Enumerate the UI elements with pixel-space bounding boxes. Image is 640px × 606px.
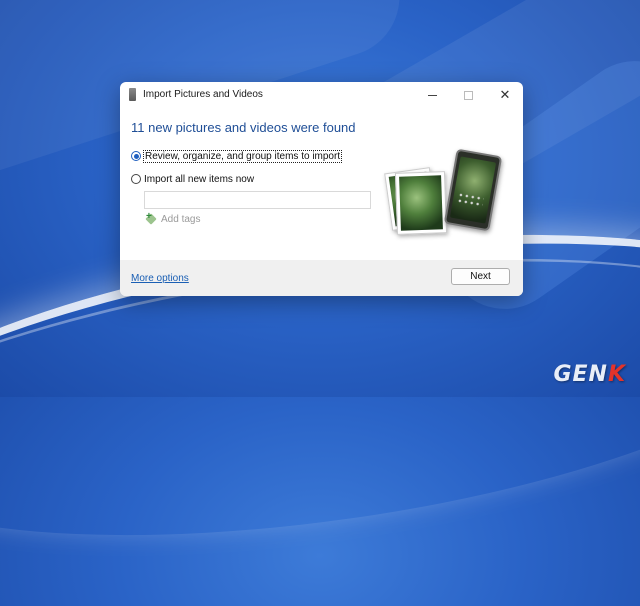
phone-image bbox=[443, 148, 503, 232]
genk-watermark-logo: GENK bbox=[553, 362, 626, 387]
minimize-icon bbox=[427, 94, 437, 96]
add-tags-link[interactable]: + Add tags bbox=[145, 211, 201, 225]
maximize-button bbox=[454, 86, 482, 104]
close-icon: ✕ bbox=[499, 87, 511, 102]
option-review-label[interactable]: Review, organize, and group items to imp… bbox=[142, 149, 343, 163]
add-tag-icon: + bbox=[145, 211, 157, 225]
title-bar: Import Pictures and Videos ✕ bbox=[120, 82, 523, 106]
dialog-footer: More options Next bbox=[120, 260, 523, 296]
found-items-heading: 11 new pictures and videos were found bbox=[131, 120, 356, 135]
close-button[interactable]: ✕ bbox=[491, 86, 519, 104]
option-review-organize[interactable]: Review, organize, and group items to imp… bbox=[131, 148, 343, 164]
radio-review-organize[interactable] bbox=[131, 151, 141, 161]
window-title: Import Pictures and Videos bbox=[143, 89, 263, 100]
option-import-all-label[interactable]: Import all new items now bbox=[144, 174, 254, 185]
next-button[interactable]: Next bbox=[451, 268, 510, 285]
option-import-all[interactable]: Import all new items now bbox=[131, 171, 254, 187]
photos-illustration bbox=[384, 148, 506, 248]
maximize-icon bbox=[463, 90, 473, 100]
more-options-link[interactable]: More options bbox=[131, 273, 189, 284]
photo-print-image bbox=[394, 171, 448, 235]
radio-import-all[interactable] bbox=[131, 174, 141, 184]
minimize-button[interactable] bbox=[418, 86, 446, 104]
import-dialog: Import Pictures and Videos ✕ 11 new pict… bbox=[120, 82, 523, 296]
add-tags-label: Add tags bbox=[161, 214, 201, 225]
tags-input[interactable] bbox=[144, 191, 371, 209]
import-app-icon bbox=[129, 88, 136, 101]
